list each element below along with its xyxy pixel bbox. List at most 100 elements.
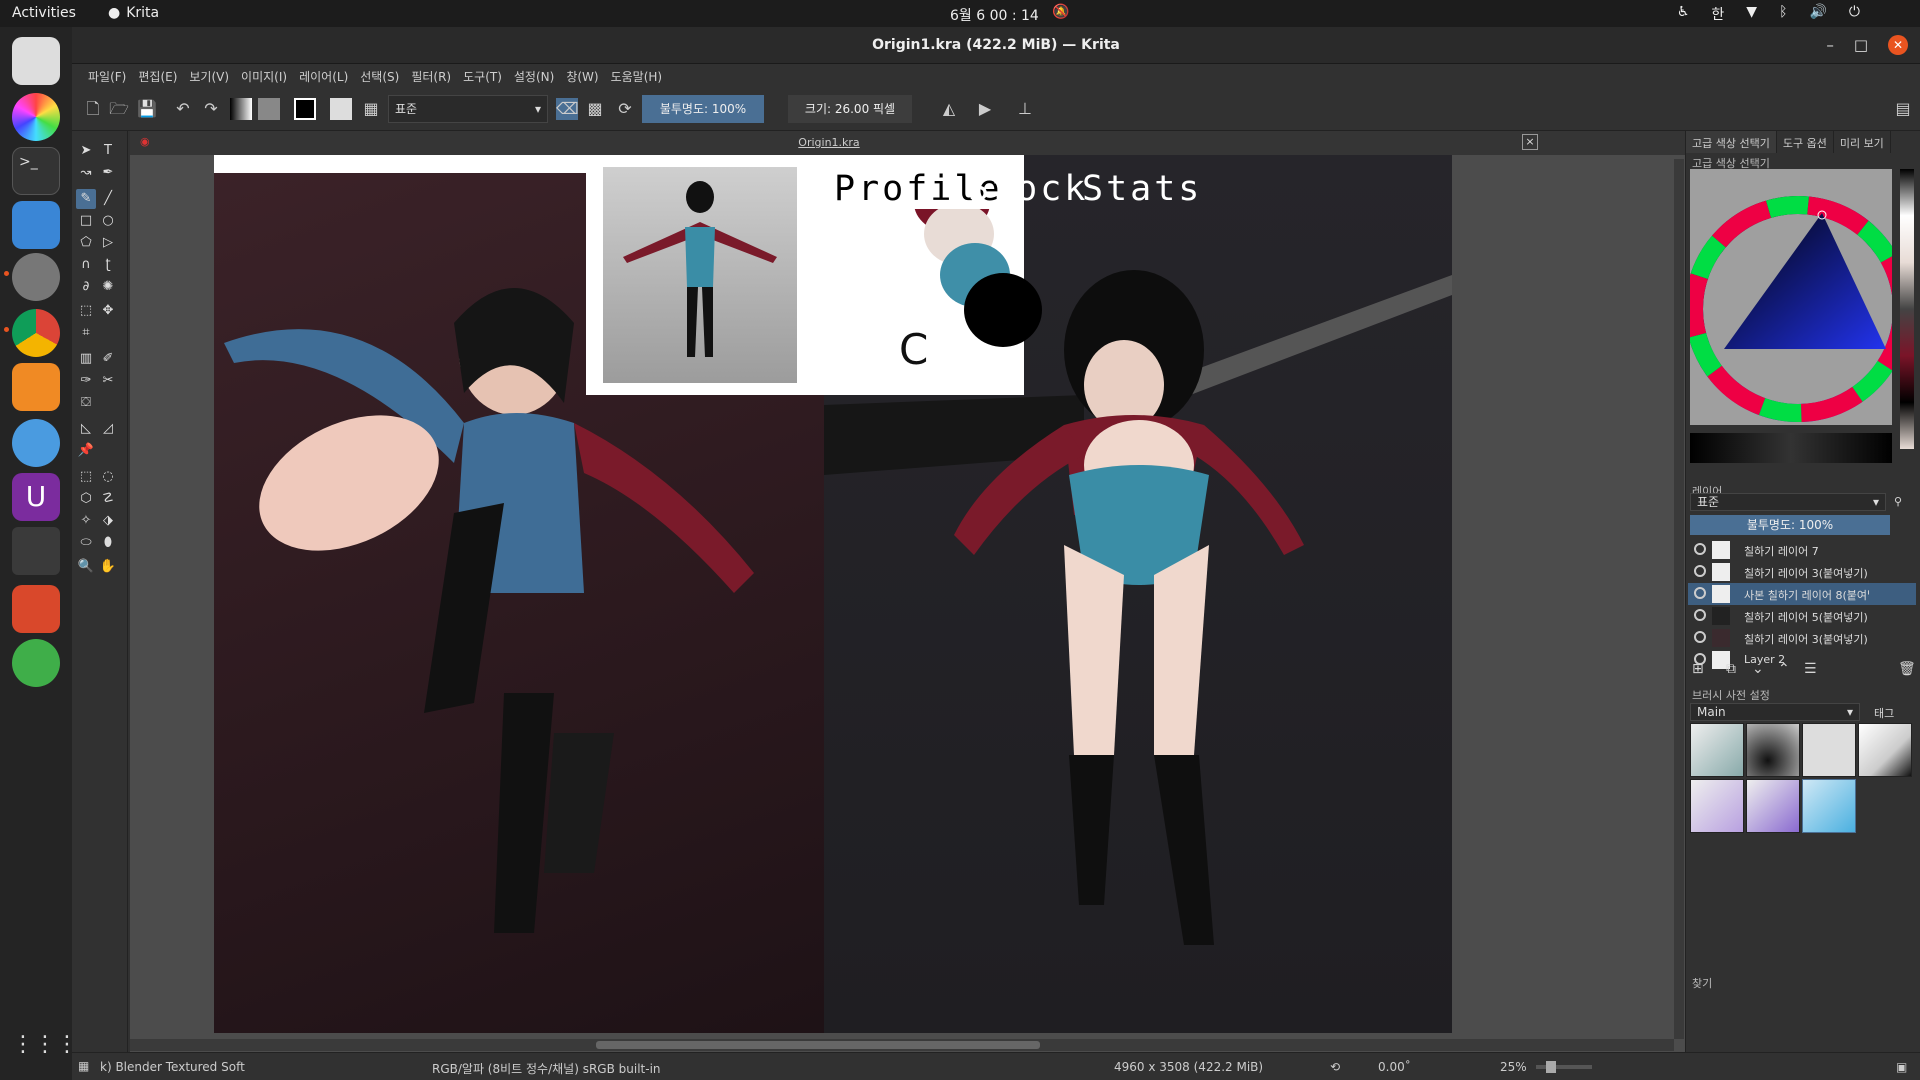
menu-help[interactable]: 도움말(H) <box>605 64 669 87</box>
color-selector-area[interactable] <box>1685 169 1911 425</box>
brush-preset-watercolor-purple[interactable] <box>1690 779 1744 833</box>
gradient-tool-icon[interactable]: ▥ <box>76 349 96 369</box>
layer-blend-select[interactable]: 표준 ▾ <box>1690 493 1886 511</box>
filter-icon[interactable]: ⚲ <box>1894 495 1902 508</box>
menu-file[interactable]: 파일(F) <box>82 64 132 87</box>
menu-image[interactable]: 이미지(I) <box>235 64 293 87</box>
color-picker-icon[interactable]: ✐ <box>98 349 118 369</box>
text-tool-icon[interactable]: T <box>98 141 118 161</box>
color-history-strip[interactable] <box>1900 169 1914 449</box>
u-app-icon[interactable]: U <box>12 473 60 521</box>
zoom-value[interactable]: 25% <box>1500 1060 1527 1074</box>
brush-preset-icon[interactable] <box>330 98 352 120</box>
pattern-selector[interactable] <box>258 98 280 120</box>
rotation-icon[interactable]: ⟲ <box>1330 1060 1340 1074</box>
menu-window[interactable]: 창(W) <box>560 64 604 87</box>
brush-editor-icon[interactable]: ▦ <box>360 98 382 120</box>
crop-tool-icon[interactable]: ⌗ <box>76 323 96 343</box>
update-icon[interactable] <box>12 639 60 687</box>
visibility-icon[interactable] <box>1694 543 1706 555</box>
canvas[interactable]: C Profile Stock Stats <box>214 155 1452 1033</box>
reload-preset-icon[interactable]: ⟳ <box>614 98 636 120</box>
visibility-icon[interactable] <box>1694 609 1706 621</box>
polygon-select-icon[interactable]: ⬡ <box>76 489 96 509</box>
shade-bars[interactable] <box>1690 433 1892 463</box>
tab-preview[interactable]: 미리 보기 <box>1834 131 1891 153</box>
chrome-icon[interactable] <box>12 309 60 357</box>
edit-shapes-icon[interactable]: ↝ <box>76 163 96 183</box>
color-picker-app-icon[interactable] <box>12 93 60 141</box>
close-button[interactable]: ✕ <box>1888 35 1908 55</box>
wrap-around-icon[interactable]: ⊥ <box>1014 98 1036 120</box>
opacity-slider[interactable]: 불투명도: 100% <box>642 95 764 123</box>
magnetic-select-icon[interactable]: ⬮ <box>98 533 118 553</box>
visibility-icon[interactable] <box>1694 587 1706 599</box>
assistant-tool-icon[interactable]: ✂ <box>98 371 118 391</box>
app-grid-icon[interactable]: ⋮⋮⋮ <box>12 1021 78 1069</box>
tab-tool-options[interactable]: 도구 옵션 <box>1777 131 1834 153</box>
multibrush-icon[interactable]: ✺ <box>98 277 118 297</box>
move-tool-icon[interactable]: ✥ <box>98 301 118 321</box>
similar-select-icon[interactable]: ⬗ <box>98 511 118 531</box>
menu-filter[interactable]: 필터(R) <box>405 64 457 87</box>
rectangle-tool-icon[interactable]: □ <box>76 211 96 231</box>
mirror-horizontal-icon[interactable]: ◭ <box>938 98 960 120</box>
reference-pin-icon[interactable]: 📌 <box>76 441 96 461</box>
brush-preset-blender-textured-soft[interactable] <box>1802 779 1856 833</box>
measure-tool-icon[interactable]: ◺ <box>76 419 96 439</box>
freehand-brush-icon[interactable]: ✎ <box>76 189 96 209</box>
maximize-button[interactable]: □ <box>1854 36 1868 54</box>
select-shape-icon[interactable]: ➤ <box>76 141 96 161</box>
move-down-icon[interactable]: ⌄ <box>1752 661 1764 677</box>
angle-tool-icon[interactable]: ◿ <box>98 419 118 439</box>
move-up-icon[interactable]: ⌃ <box>1778 661 1790 677</box>
vertical-scrollbar[interactable] <box>1674 159 1684 1039</box>
layer-opacity-slider[interactable]: 불투명도: 100% <box>1690 515 1890 535</box>
zoom-tool-icon[interactable]: 🔍 <box>76 557 96 577</box>
gradient-selector[interactable] <box>230 98 252 120</box>
bezier-select-icon[interactable]: ⬭ <box>76 533 96 553</box>
bezier-tool-icon[interactable]: ∩ <box>76 255 96 275</box>
fit-view-icon[interactable]: ▣ <box>1896 1060 1907 1074</box>
menu-edit[interactable]: 편집(E) <box>132 64 183 87</box>
magic-wand-icon[interactable]: ✧ <box>76 511 96 531</box>
brush-tag-button[interactable]: 태그 <box>1874 705 1894 721</box>
close-document-button[interactable]: × <box>1522 134 1538 150</box>
brush-preset-eraser[interactable] <box>1690 723 1744 777</box>
polyline-tool-icon[interactable]: ▷ <box>98 233 118 253</box>
clock[interactable]: 6월 6 00 : 14 <box>950 5 1039 25</box>
ellipse-tool-icon[interactable]: ○ <box>98 211 118 231</box>
ellipse-select-icon[interactable]: ◌ <box>98 467 118 487</box>
open-document-icon[interactable]: 🗁 <box>108 98 130 120</box>
layer-row[interactable]: 칠하기 레이어 3(붙여넣기) <box>1688 627 1916 649</box>
wifi-icon[interactable]: ▼ <box>1746 4 1757 24</box>
files-icon[interactable] <box>12 201 60 249</box>
fg-bg-color-icon[interactable] <box>294 98 316 120</box>
layer-properties-icon[interactable]: ☰ <box>1804 661 1817 677</box>
menu-settings[interactable]: 설정(N) <box>508 64 560 87</box>
rect-select-icon[interactable]: ⬚ <box>76 467 96 487</box>
layer-row[interactable]: Layer 2 <box>1688 649 1916 671</box>
mirror-vertical-icon[interactable]: ▶ <box>974 98 996 120</box>
menu-layer[interactable]: 레이어(L) <box>293 64 354 87</box>
app-menu[interactable]: ● Krita <box>108 5 159 21</box>
settings-icon[interactable] <box>12 253 60 301</box>
media-player-icon[interactable] <box>12 363 60 411</box>
activities-button[interactable]: Activities <box>12 5 76 21</box>
screenshot-app-icon[interactable] <box>12 37 60 85</box>
layer-row[interactable]: 칠하기 레이어 7 <box>1688 539 1916 561</box>
size-slider[interactable]: 크기: 26.00 픽셀 <box>788 95 912 123</box>
system-tray[interactable]: ♿ 한 ▼ ᛒ 🔊 ⏻ <box>1677 4 1860 24</box>
document-tab[interactable]: Origin1.kra <box>130 136 1528 149</box>
tab-advanced-color-selector[interactable]: 고급 색상 선택기 <box>1686 131 1777 153</box>
delete-layer-icon[interactable]: 🗑 <box>1898 661 1916 677</box>
terminal-icon[interactable]: >_ <box>12 147 60 195</box>
brush-group-select[interactable]: Main ▾ <box>1690 703 1860 721</box>
downloader-icon[interactable] <box>12 585 60 633</box>
brush-preset-pencil[interactable] <box>1802 723 1856 777</box>
transform-tool-icon[interactable]: ⬚ <box>76 301 96 321</box>
brush-search-label[interactable]: 찾기 <box>1692 975 1712 991</box>
brush-preset-ink[interactable] <box>1858 723 1912 777</box>
fill-tool-icon[interactable]: ⛋ <box>76 393 96 413</box>
accessibility-icon[interactable]: ♿ <box>1677 4 1690 24</box>
